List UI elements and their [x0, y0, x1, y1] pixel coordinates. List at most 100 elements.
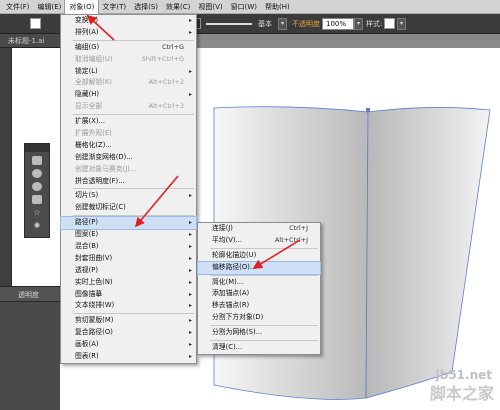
menubar-item-5[interactable]: 效果(C) — [162, 0, 194, 14]
object-menu-item-22[interactable]: 混合(B) ▸ — [61, 241, 196, 253]
path-submenu-item-11[interactable]: 分割为网格(S)... — [198, 327, 320, 339]
menu-item-label: 轮廓化描边(U) — [212, 250, 257, 259]
menu-item-label: 路径(P) — [75, 218, 98, 227]
document-tab[interactable]: 未标题-1.ai — [0, 34, 60, 48]
menubar-item-7[interactable]: 窗口(W) — [227, 0, 261, 14]
fill-swatch[interactable] — [30, 18, 41, 29]
style-dropdown[interactable]: ▾ — [397, 18, 406, 30]
floating-tool-panel: ☆ ✺ — [24, 143, 50, 238]
menu-item-label: 移去锚点(R) — [212, 301, 250, 310]
object-menu-item-6[interactable]: 全部解锁(K) Alt+Ctrl+2 — [61, 77, 196, 89]
menu-item-label: 创建对象马赛克(J)... — [75, 164, 137, 173]
menu-item-label: 切片(S) — [75, 191, 99, 200]
submenu-arrow-icon: ▸ — [188, 192, 192, 200]
submenu-arrow-icon: ▸ — [188, 266, 192, 274]
submenu-arrow-icon: ▸ — [188, 67, 192, 75]
path-submenu-item-7[interactable]: 添加锚点(A) — [198, 288, 320, 300]
object-menu-item-15[interactable]: 拼合透明度(F)... — [61, 176, 196, 188]
menu-item-label: 排列(A) — [75, 27, 99, 36]
menu-item-label: 图表(R) — [75, 352, 99, 361]
object-menu-item-1[interactable]: 排列(A) ▸ — [61, 27, 196, 39]
opacity-label[interactable]: 不透明度 — [292, 19, 320, 29]
object-menu-item-8[interactable]: 显示全部 Alt+Ctrl+3 — [61, 101, 196, 113]
object-menu-item-13[interactable]: 创建渐变网格(D)... — [61, 152, 196, 164]
menu-item-label: 实时上色(N) — [75, 277, 113, 286]
menubar-item-3[interactable]: 文字(T) — [98, 0, 130, 14]
submenu-arrow-icon: ▸ — [188, 278, 192, 286]
object-menu-item-20[interactable]: 路径(P) ▸ — [60, 216, 197, 231]
object-menu-item-17[interactable]: 切片(S) ▸ — [61, 190, 196, 202]
menubar-item-4[interactable]: 选择(S) — [130, 0, 162, 14]
submenu-arrow-icon: ▸ — [188, 231, 192, 239]
submenu-arrow-icon: ▸ — [188, 17, 192, 24]
path-submenu-item-6[interactable]: 简化(M)... — [198, 277, 320, 289]
rect-tool-icon[interactable] — [32, 156, 42, 165]
ellipse-tool-icon[interactable] — [32, 169, 42, 178]
menu-item-label: 透视(P) — [75, 265, 98, 274]
object-menu-item-7[interactable]: 隐藏(H) ▸ — [61, 89, 196, 101]
path-submenu-item-0[interactable]: 连接(J) Ctrl+J — [198, 223, 320, 235]
stroke-profile-dropdown[interactable]: ▾ — [278, 18, 287, 30]
menubar-item-1[interactable]: 编辑(E) — [34, 0, 66, 14]
submenu-arrow-icon: ▸ — [188, 219, 192, 227]
object-menu-item-3[interactable]: 编组(G) Ctrl+G — [61, 42, 196, 54]
menu-item-label: 编组(G) — [75, 42, 100, 51]
object-menu-item-29[interactable]: 剪切蒙版(M) ▸ — [61, 315, 196, 327]
object-menu-item-30[interactable]: 复合路径(O) ▸ — [61, 327, 196, 339]
menubar-item-6[interactable]: 视图(V) — [194, 0, 226, 14]
menu-item-label: 复合路径(O) — [75, 328, 113, 337]
menu-item-label: 连接(J) — [212, 224, 233, 232]
object-menu-item-32[interactable]: 图表(R) ▸ — [61, 351, 196, 363]
menubar-item-8[interactable]: 帮助(H) — [261, 0, 294, 14]
menu-item-label: 拼合透明度(F)... — [75, 176, 125, 185]
menu-item-label: 混合(B) — [75, 242, 99, 251]
menu-shortcut: Alt+Ctrl+3 — [148, 102, 184, 111]
submenu-arrow-icon: ▸ — [188, 28, 192, 36]
opacity-input[interactable]: 100% — [322, 18, 354, 30]
submenu-arrow-icon: ▸ — [188, 317, 192, 325]
stroke-profile-label: 基本 — [258, 20, 272, 28]
path-submenu-item-8[interactable]: 移去锚点(R) — [198, 300, 320, 312]
path-submenu-item-1[interactable]: 平均(V)... Alt+Ctrl+J — [198, 235, 320, 247]
object-menu-item-26[interactable]: 图像描摹 ▸ — [61, 289, 196, 301]
object-menu-item-24[interactable]: 透视(P) ▸ — [61, 265, 196, 277]
object-menu-item-27[interactable]: 文本绕排(W) ▸ — [61, 300, 196, 312]
star-tool-icon[interactable]: ☆ — [32, 208, 42, 217]
object-menu-item-14[interactable]: 创建对象马赛克(J)... — [61, 164, 196, 176]
menubar-item-0[interactable]: 文件(F) — [2, 0, 34, 14]
object-menu-item-0[interactable]: 变换(T) ▸ — [61, 15, 196, 27]
flare-tool-icon[interactable]: ✺ — [32, 221, 42, 230]
menubar-item-2[interactable]: 对象(O) — [64, 0, 100, 15]
object-menu-item-23[interactable]: 封套扭曲(V) ▸ — [61, 253, 196, 265]
menu-item-label: 图案(E) — [75, 230, 99, 239]
submenu-arrow-icon: ▸ — [188, 91, 192, 99]
opacity-dropdown[interactable]: ▾ — [354, 18, 363, 30]
path-submenu-item-4[interactable]: 偏移路径(O)... — [197, 260, 321, 275]
object-menu-item-5[interactable]: 锁定(L) ▸ — [61, 66, 196, 78]
object-menu-item-21[interactable]: 图案(E) ▸ — [61, 229, 196, 241]
style-swatch[interactable] — [384, 18, 395, 29]
menu-shortcut: Ctrl+G — [161, 42, 184, 51]
menu-shortcut: Shift+Ctrl+G — [141, 54, 184, 63]
transparency-panel-header[interactable]: 透明度 — [0, 286, 60, 302]
panel-grip[interactable] — [25, 144, 49, 152]
menu-item-label: 全部解锁(K) — [75, 78, 112, 87]
object-menu-item-10[interactable]: 扩展(X)... — [61, 116, 196, 128]
object-menu-item-4[interactable]: 取消编组(U) Shift+Ctrl+G — [61, 54, 196, 66]
path-submenu-item-9[interactable]: 分割下方对象(D) — [198, 312, 320, 324]
object-menu-item-11[interactable]: 扩展外观(E) — [61, 128, 196, 140]
menu-item-label: 偏移路径(O)... — [212, 262, 257, 271]
menu-item-label: 分割为网格(S)... — [212, 328, 263, 337]
polygon-tool-icon[interactable] — [32, 195, 42, 204]
object-menu-item-12[interactable]: 栅格化(Z)... — [61, 140, 196, 152]
path-submenu-item-3[interactable]: 轮廓化描边(U) — [198, 250, 320, 262]
menu-separator — [73, 39, 194, 41]
menu-item-label: 变换(T) — [75, 16, 99, 24]
menu-separator — [73, 114, 194, 116]
rounded-tool-icon[interactable] — [32, 182, 42, 191]
object-menu-item-31[interactable]: 画板(A) ▸ — [61, 339, 196, 351]
menu-item-label: 分割下方对象(D) — [212, 313, 264, 322]
object-menu-item-25[interactable]: 实时上色(N) ▸ — [61, 277, 196, 289]
path-submenu-item-13[interactable]: 清理(C)... — [198, 342, 320, 354]
object-menu-item-18[interactable]: 创建裁切标记(C) — [61, 202, 196, 214]
